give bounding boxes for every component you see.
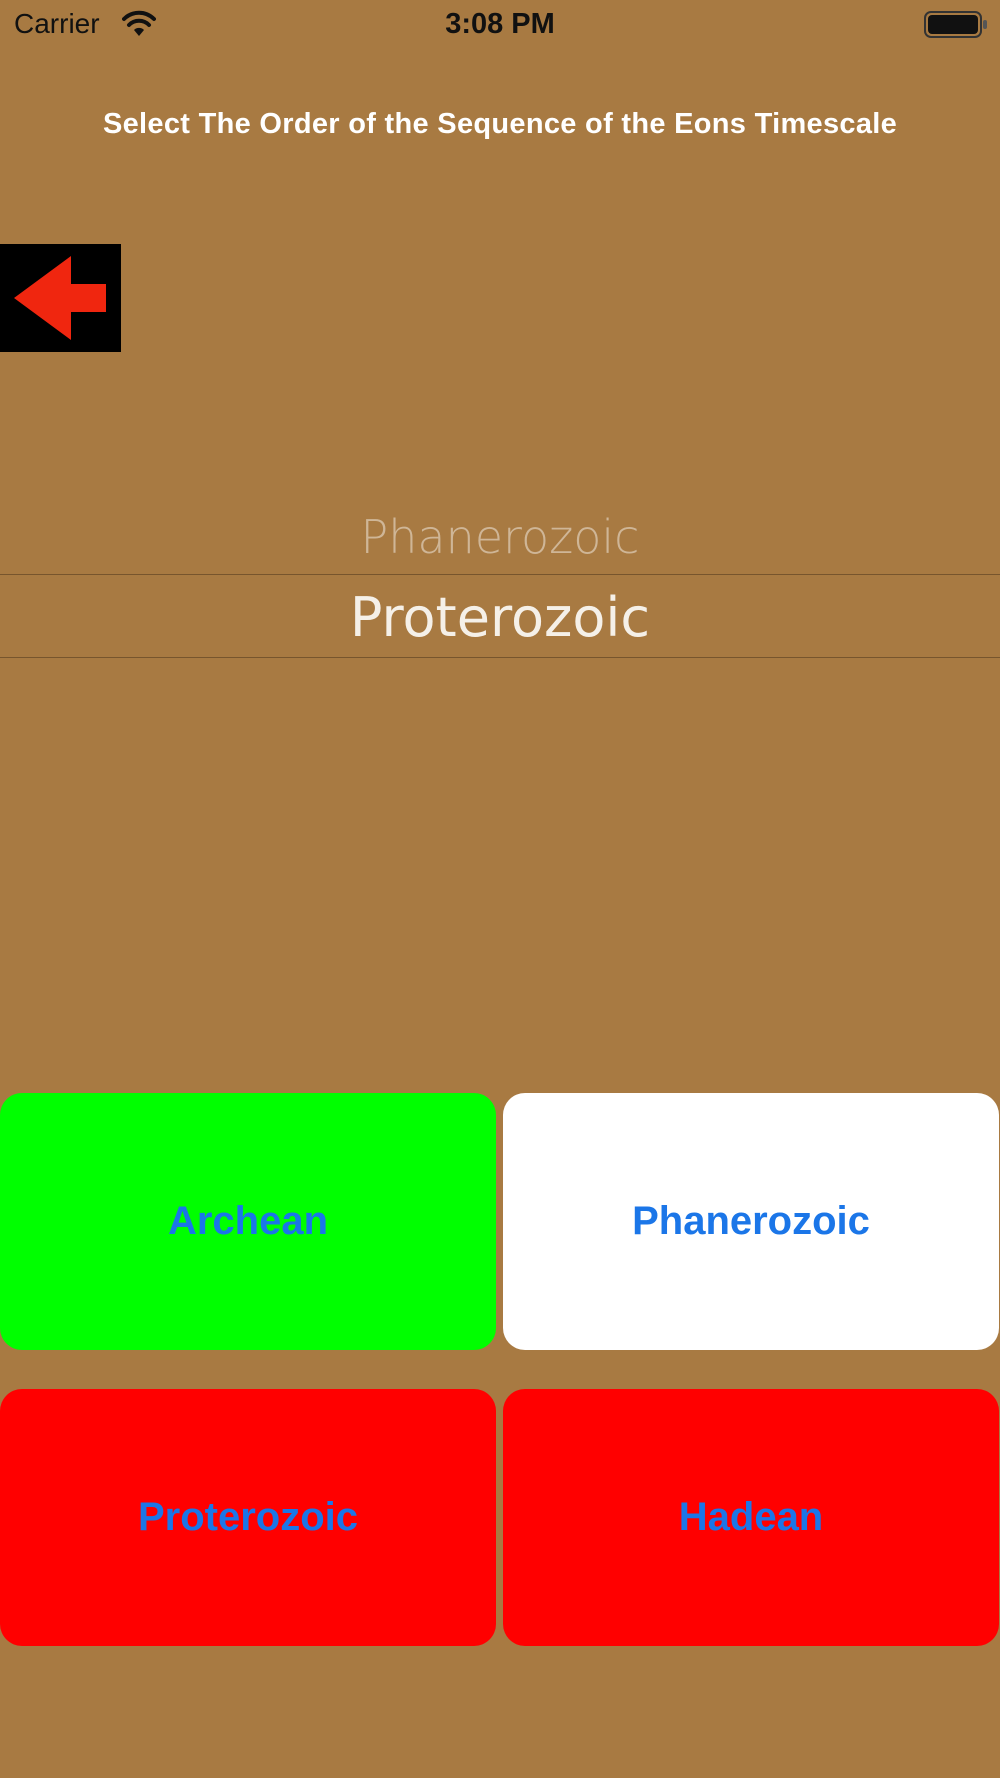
picker-selected-option[interactable]: Proterozoic <box>0 586 1000 649</box>
answer-button-archean[interactable]: Archean <box>0 1093 496 1350</box>
eon-picker[interactable]: Phanerozoic Proterozoic <box>0 490 1000 690</box>
back-button[interactable] <box>0 244 121 352</box>
answer-button-hadean[interactable]: Hadean <box>503 1389 999 1646</box>
left-arrow-icon <box>14 256 106 340</box>
picker-selection-line-top <box>0 574 1000 575</box>
answer-label: Phanerozoic <box>632 1199 870 1243</box>
answer-button-proterozoic[interactable]: Proterozoic <box>0 1389 496 1646</box>
answer-label: Proterozoic <box>137 1495 359 1539</box>
picker-selection-line-bottom <box>0 657 1000 658</box>
clock: 3:08 PM <box>445 8 555 40</box>
battery-icon <box>924 11 988 38</box>
answer-button-phanerozoic[interactable]: Phanerozoic <box>503 1093 999 1350</box>
status-bar: Carrier 3:08 PM <box>0 0 1000 52</box>
page-title: Select The Order of the Sequence of the … <box>102 108 898 140</box>
picker-option[interactable]: Phanerozoic <box>0 510 1000 564</box>
answer-label: Archean <box>167 1199 329 1243</box>
answer-label: Hadean <box>678 1495 824 1539</box>
